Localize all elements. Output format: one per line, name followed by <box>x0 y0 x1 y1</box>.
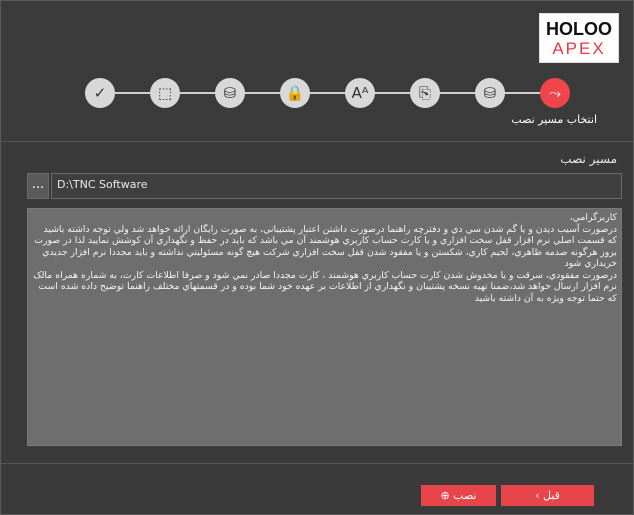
download-icon: ⊕ <box>440 489 450 502</box>
active-step-label: انتخاب مسیر نصب <box>511 113 597 126</box>
main-content: مسير نصب ... D:\TNC Software کاربرگرامي،… <box>1 142 633 462</box>
database-icon: ⛁ <box>215 78 245 108</box>
font-icon: Aᴬ <box>345 78 375 108</box>
check-icon: ✓ <box>85 78 115 108</box>
step-progress: ✓ ⬚ ⛁ 🔒 Aᴬ ⎘ ⛁ ⤳ <box>85 78 575 108</box>
back-label: قبل <box>542 489 560 502</box>
back-button[interactable]: قبل › <box>501 485 594 506</box>
browse-button[interactable]: ... <box>27 173 49 199</box>
footer: نصب ⊕ قبل › <box>1 464 633 514</box>
installer-window: HOLOO APEX ✓ ⬚ ⛁ 🔒 Aᴬ ⎘ ⛁ ⤳ انتخاب مسیر … <box>0 0 634 515</box>
path-icon: ⤳ <box>540 78 570 108</box>
header: HOLOO APEX ✓ ⬚ ⛁ 🔒 Aᴬ ⎘ ⛁ ⤳ انتخاب مسیر … <box>1 1 633 141</box>
copy-icon: ⎘ <box>410 78 440 108</box>
database-settings-icon: ⛁ <box>475 78 505 108</box>
lock-icon: 🔒 <box>280 78 310 108</box>
install-path-input[interactable]: D:\TNC Software <box>51 173 622 199</box>
description-text: کاربرگرامي، درصورت آسيب ديدن و يا گم شدن… <box>27 208 622 446</box>
install-button[interactable]: نصب ⊕ <box>421 485 496 506</box>
install-path-title: مسير نصب <box>560 152 617 166</box>
select-icon: ⬚ <box>150 78 180 108</box>
chevron-right-icon: › <box>535 489 540 502</box>
install-label: نصب <box>453 489 477 502</box>
holoo-apex-logo: HOLOO APEX <box>539 13 619 63</box>
